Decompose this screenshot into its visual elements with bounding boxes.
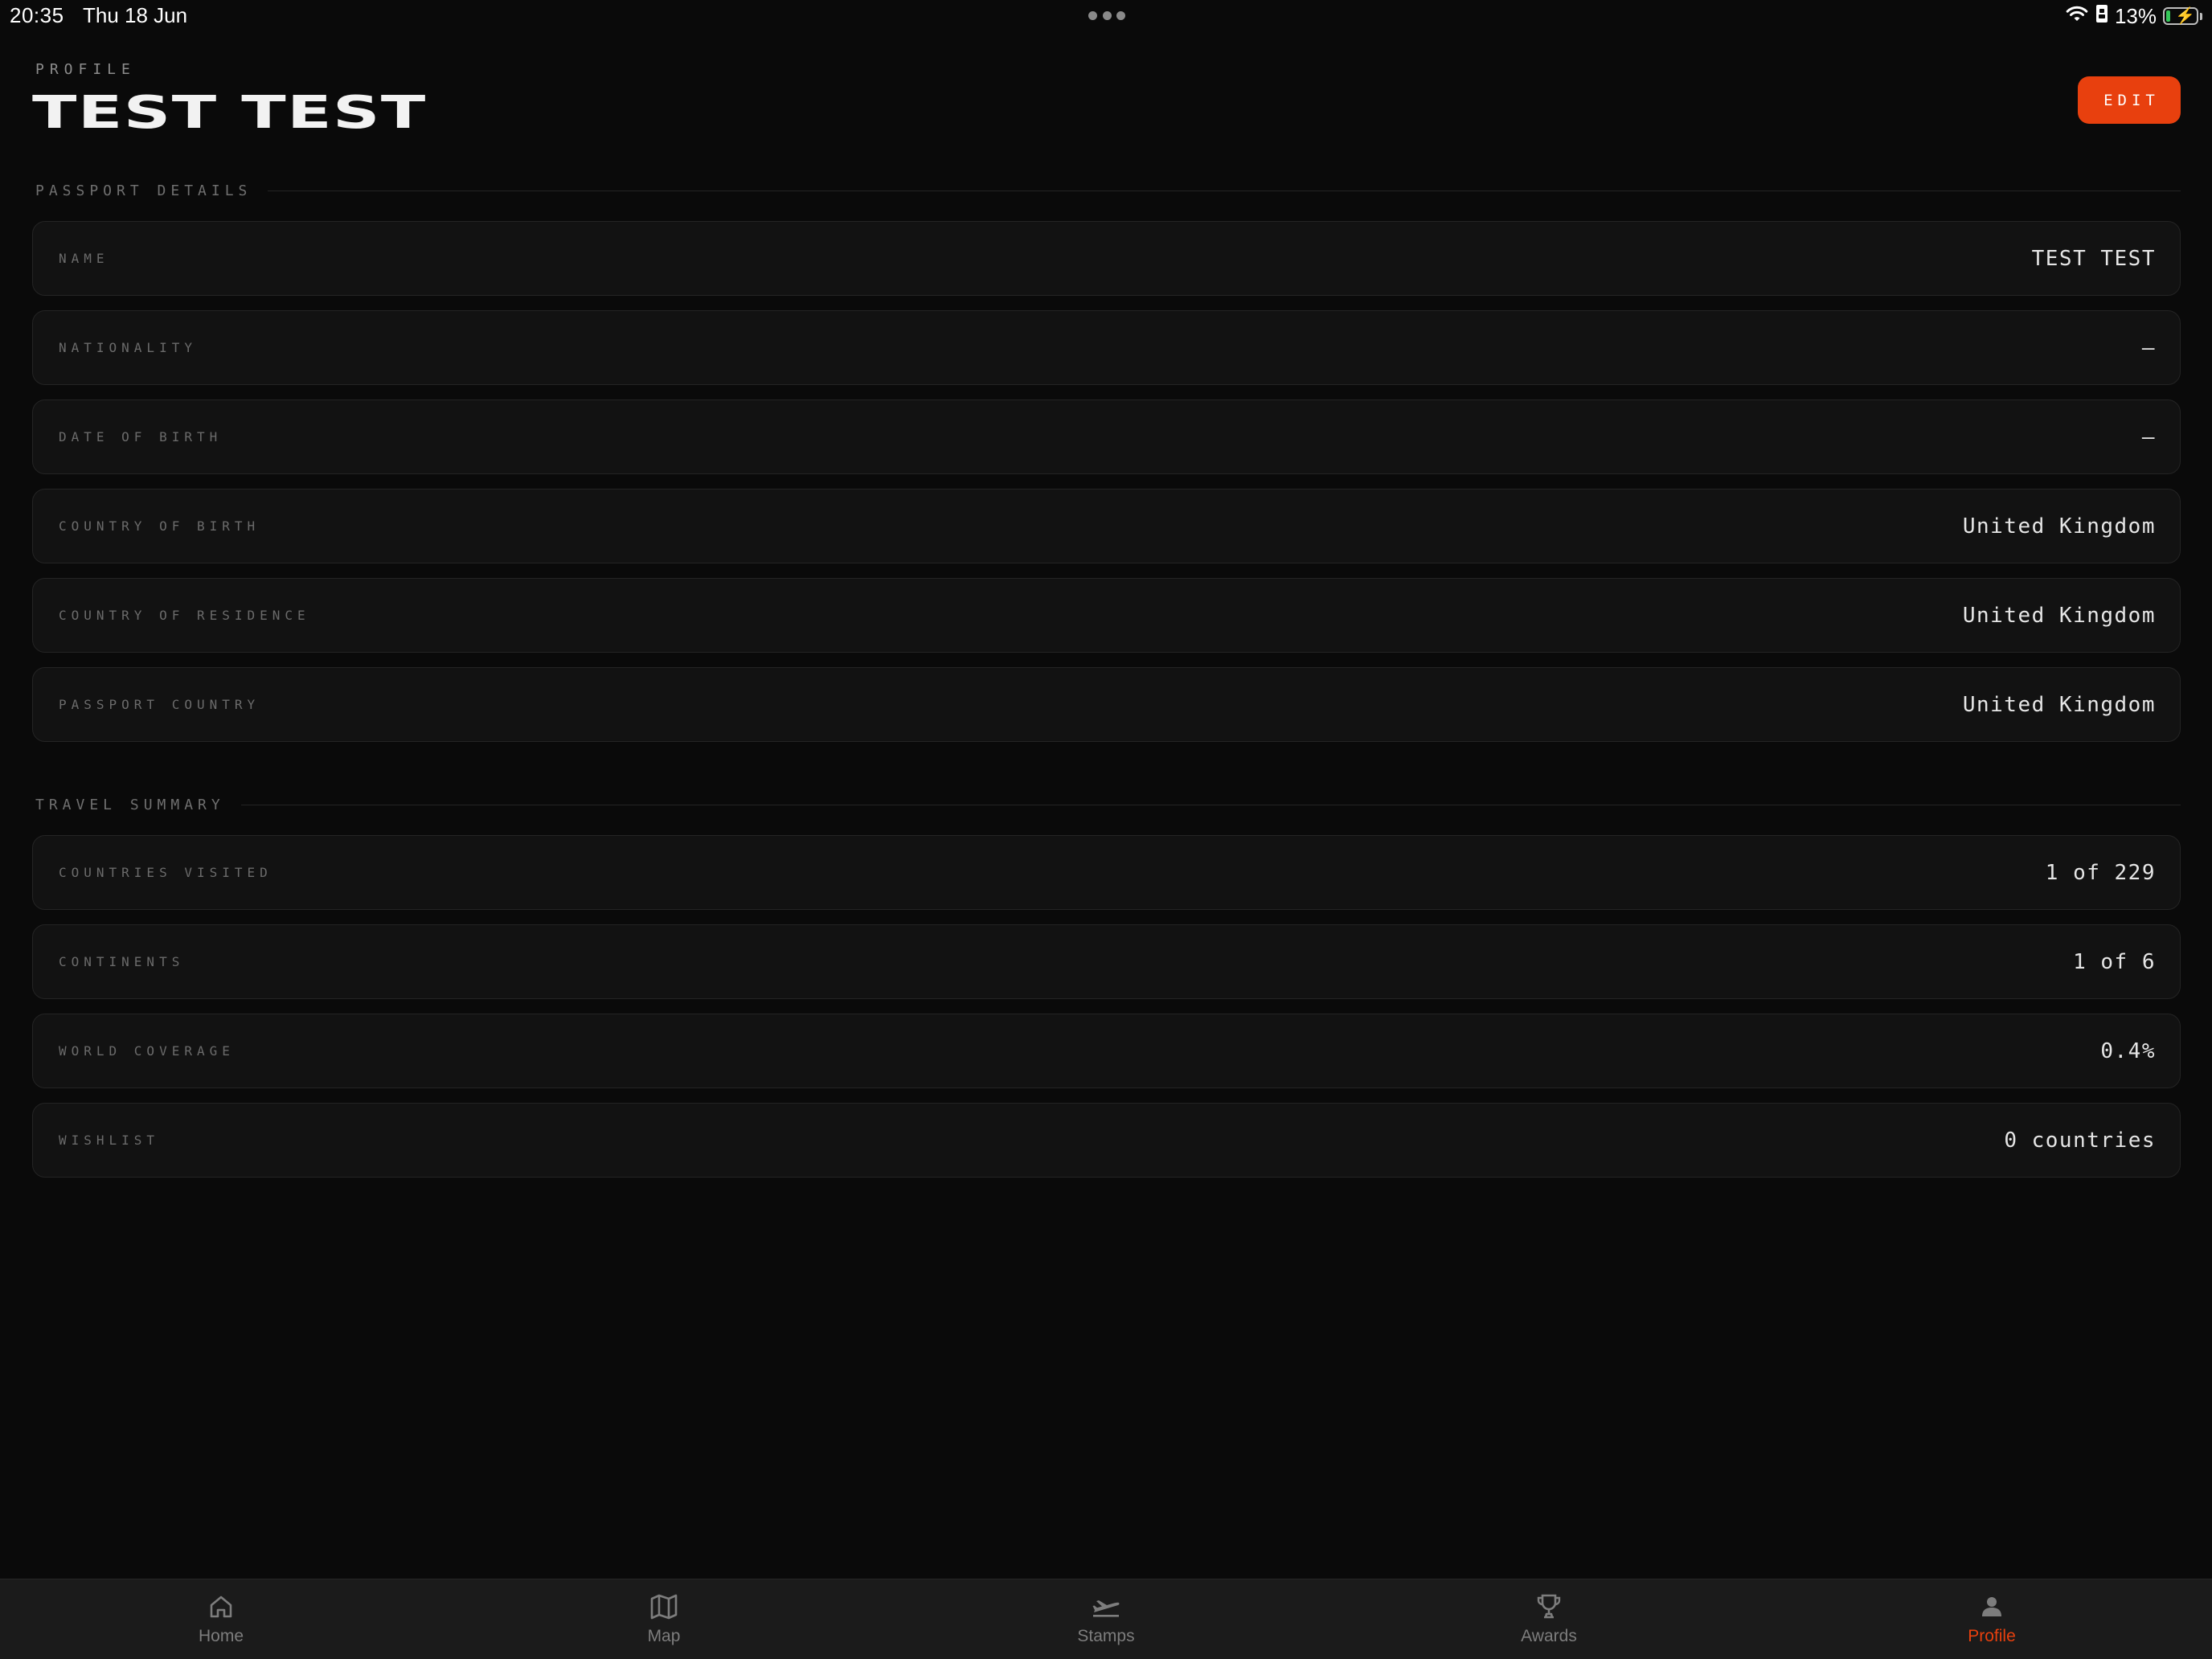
travel-row-continents: CONTINENTS 1 of 6 (32, 924, 2181, 999)
row-label: NAME (59, 251, 109, 266)
row-label: COUNTRIES VISITED (59, 865, 272, 880)
tab-stamps[interactable]: Stamps (1010, 1579, 1202, 1659)
tab-label: Awards (1521, 1627, 1577, 1645)
tab-map[interactable]: Map (567, 1579, 760, 1659)
sim-icon (2095, 4, 2108, 29)
row-label: COUNTRY OF BIRTH (59, 518, 260, 534)
tab-home[interactable]: Home (125, 1579, 317, 1659)
tab-profile[interactable]: Profile (1895, 1579, 2088, 1659)
section-title: TRAVEL SUMMARY (35, 796, 225, 813)
travel-row-wishlist: WISHLIST 0 countries (32, 1103, 2181, 1178)
row-label: PASSPORT COUNTRY (59, 697, 260, 712)
section-title: PASSPORT DETAILS (35, 182, 252, 199)
plane-icon (1090, 1591, 1122, 1623)
row-label: WORLD COVERAGE (59, 1043, 235, 1059)
multitasking-dots-icon[interactable] (1088, 11, 1125, 21)
page-eyebrow: PROFILE (35, 61, 136, 78)
travel-summary-heading: TRAVEL SUMMARY (35, 793, 2181, 817)
battery-nub (2200, 12, 2202, 20)
travel-row-countries-visited: COUNTRIES VISITED 1 of 229 (32, 835, 2181, 910)
wifi-icon (2065, 4, 2089, 29)
row-value: 1 of 6 (2073, 949, 2156, 974)
passport-row-name: NAME TEST TEST (32, 221, 2181, 296)
passport-row-nationality: NATIONALITY — (32, 310, 2181, 385)
tab-label: Stamps (1077, 1627, 1135, 1645)
row-value: 0 countries (2004, 1128, 2156, 1153)
row-value: TEST TEST (2031, 246, 2156, 271)
status-bar: 20:35 Thu 18 Jun 13% ⚡ (0, 0, 2212, 35)
battery-icon: ⚡ (2163, 7, 2198, 25)
row-label: WISHLIST (59, 1133, 160, 1148)
row-label: COUNTRY OF RESIDENCE (59, 608, 310, 623)
map-icon (648, 1591, 680, 1623)
tab-bar: Home Map Stamps Awards Profile (0, 1579, 2212, 1659)
row-value: United Kingdom (1962, 692, 2156, 717)
tab-awards[interactable]: Awards (1452, 1579, 1645, 1659)
battery-percent: 13% (2114, 3, 2157, 28)
page-title: TEST TEST (32, 87, 427, 139)
row-value: 0.4% (2100, 1038, 2156, 1063)
passport-row-country-of-residence: COUNTRY OF RESIDENCE United Kingdom (32, 578, 2181, 653)
row-value: United Kingdom (1962, 514, 2156, 539)
charging-bolt-icon: ⚡ (2175, 7, 2195, 25)
status-indicators: 13% ⚡ (2065, 2, 2202, 31)
row-value: — (2141, 424, 2156, 449)
tab-label: Profile (1968, 1627, 2016, 1645)
row-label: DATE OF BIRTH (59, 429, 223, 444)
profile-screen: 20:35 Thu 18 Jun 13% ⚡ PROFILE TEST TEST… (0, 0, 2212, 1659)
passport-details-heading: PASSPORT DETAILS (35, 178, 2181, 203)
row-value: 1 of 229 (2045, 860, 2156, 885)
edit-button[interactable]: EDIT (2078, 76, 2181, 124)
person-icon (1976, 1591, 2008, 1623)
status-time: 20:35 (10, 3, 64, 27)
trophy-icon (1533, 1591, 1565, 1623)
status-date: Thu 18 Jun (83, 3, 188, 27)
passport-row-country-of-birth: COUNTRY OF BIRTH United Kingdom (32, 489, 2181, 563)
battery-fill (2166, 10, 2170, 22)
row-value: United Kingdom (1962, 603, 2156, 628)
tab-label: Map (647, 1627, 681, 1645)
section-divider (268, 190, 2181, 191)
tab-label: Home (198, 1627, 244, 1645)
passport-row-passport-country: PASSPORT COUNTRY United Kingdom (32, 667, 2181, 742)
row-label: NATIONALITY (59, 340, 197, 355)
passport-row-date-of-birth: DATE OF BIRTH — (32, 399, 2181, 474)
row-value: — (2141, 335, 2156, 360)
home-icon (205, 1591, 237, 1623)
travel-row-world-coverage: WORLD COVERAGE 0.4% (32, 1014, 2181, 1088)
row-label: CONTINENTS (59, 954, 185, 969)
